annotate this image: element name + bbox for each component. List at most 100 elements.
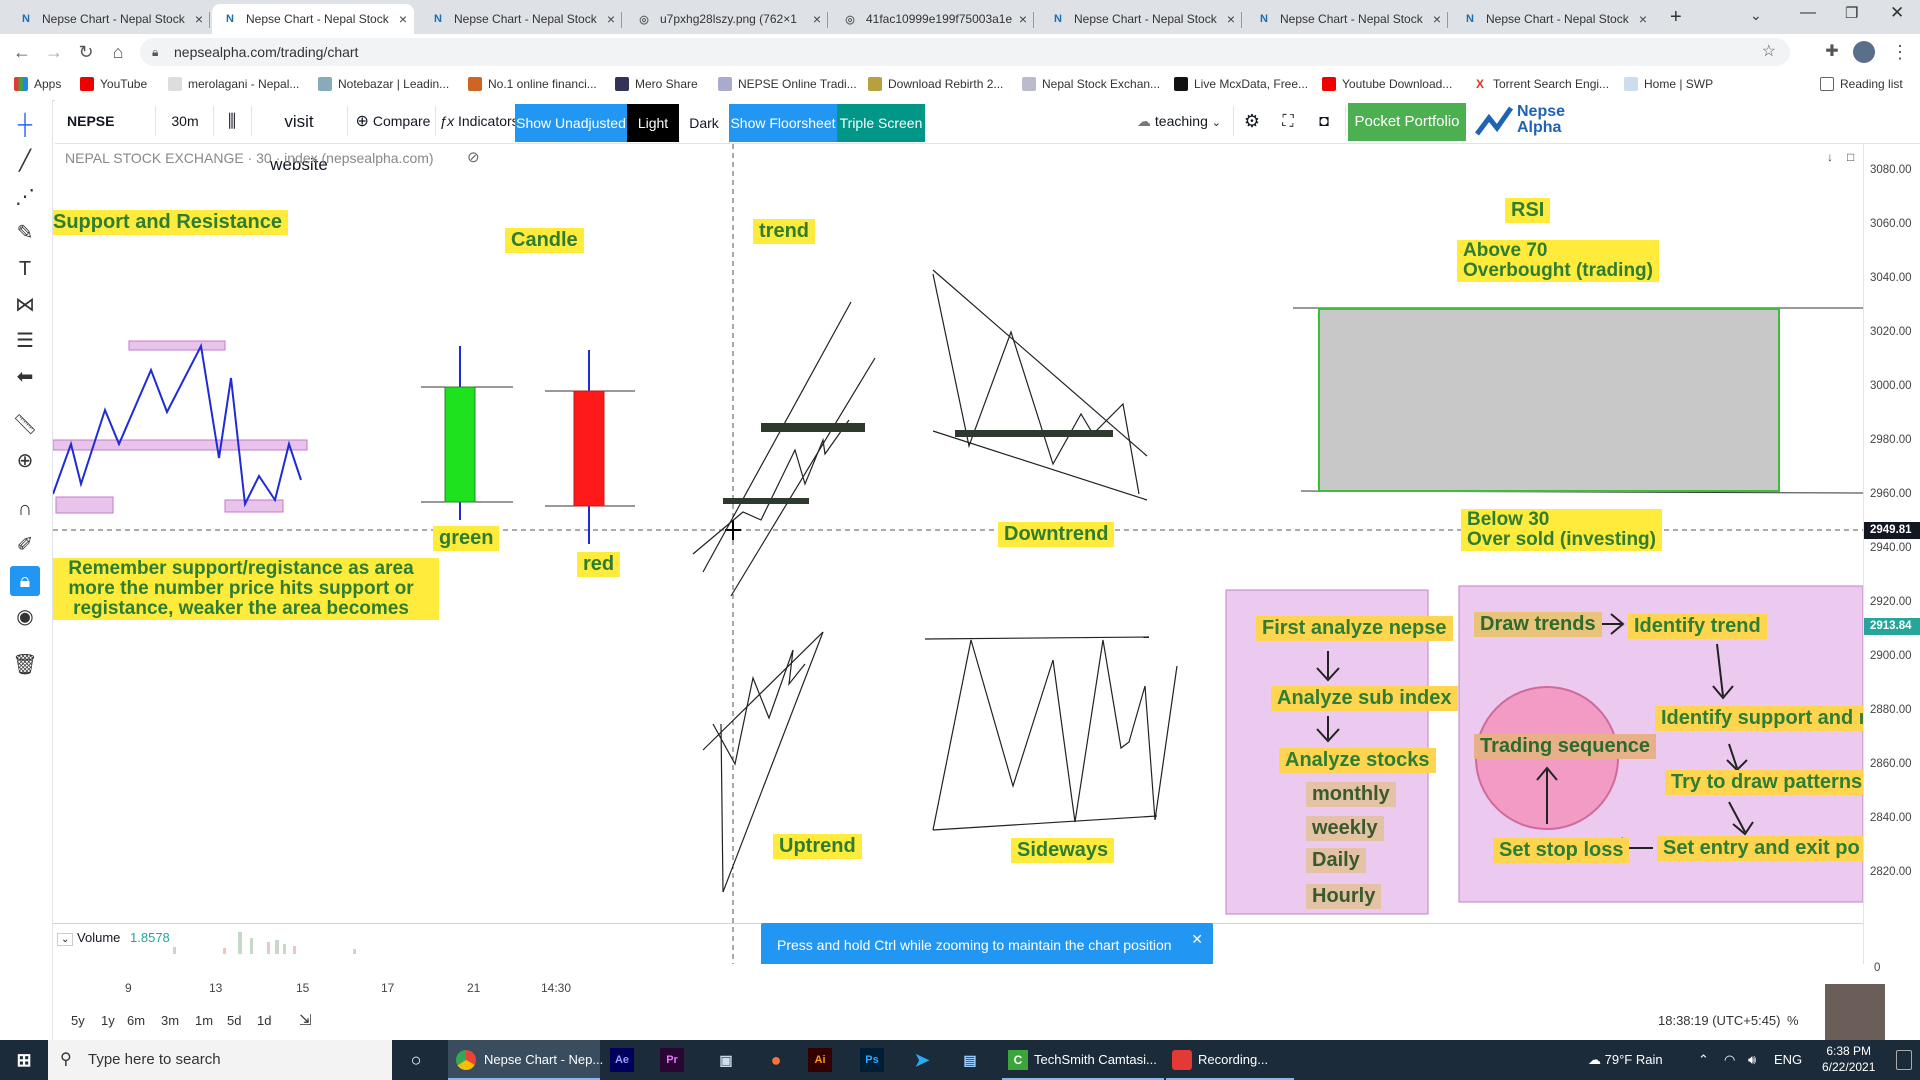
bookmark-youtube[interactable]: YouTube — [80, 77, 147, 91]
extensions-icon[interactable]: ✚ — [1820, 40, 1844, 64]
price-axis[interactable]: 3080.00 3060.00 3040.00 3020.00 3000.00 … — [1863, 144, 1920, 974]
bookmark-notebazar[interactable]: Notebazar | Leadin... — [318, 77, 449, 91]
forward-icon[interactable]: → — [42, 40, 66, 64]
range-5d[interactable]: 5d — [227, 1013, 241, 1028]
bookmark-star-icon[interactable]: ☆ — [1762, 38, 1776, 66]
bookmark-online-financial[interactable]: No.1 online financi... — [468, 77, 597, 91]
browser-tab[interactable]: ◎ u7pxhg28lszy.png (762×1 × — [626, 4, 828, 34]
close-tab-icon[interactable]: × — [188, 11, 210, 27]
tray-chevron-icon[interactable]: ⌃ — [1698, 1040, 1709, 1080]
zoom-in-icon[interactable]: ⊕ — [10, 446, 40, 476]
nepse-alpha-logo[interactable]: Nepse Alpha — [1475, 102, 1575, 142]
light-theme-button[interactable]: Light — [627, 104, 679, 142]
visibility-eye-icon[interactable]: ◉ — [10, 602, 40, 632]
camera-snapshot-icon[interactable]: ◘ — [1309, 100, 1339, 143]
close-tab-icon[interactable]: × — [392, 11, 414, 27]
taskbar-chrome[interactable]: Nepse Chart - Nep... — [448, 1040, 603, 1080]
label-draw-trends[interactable]: Draw trends — [1474, 612, 1602, 637]
fullscreen-icon[interactable]: ⛶ — [1273, 100, 1303, 143]
range-3m[interactable]: 3m — [161, 1013, 179, 1028]
taskbar-recording[interactable]: Recording... — [1166, 1040, 1294, 1080]
label-draw-patterns[interactable]: Try to draw patterns — [1665, 770, 1863, 795]
settings-gear-icon[interactable]: ⚙ — [1237, 100, 1267, 143]
app-icon[interactable]: ▣ — [710, 1044, 742, 1076]
windows-start-icon[interactable]: ⊞ — [8, 1044, 40, 1076]
lock-icon[interactable]: 🔒︎ — [10, 566, 40, 596]
layout-select[interactable]: ☁︎ teaching ⌄ — [1129, 100, 1229, 143]
browser-tab[interactable]: N Nepse Chart - Nepal Stock × — [420, 4, 622, 34]
taskbar-camtasia[interactable]: C TechSmith Camtasi... — [1002, 1040, 1164, 1080]
label-below-30[interactable]: Below 30 Over sold (investing) — [1461, 509, 1662, 551]
label-analyze-stocks[interactable]: Analyze stocks — [1279, 748, 1436, 773]
text-tool-icon[interactable]: T — [10, 254, 40, 284]
language-indicator[interactable]: ENG — [1774, 1040, 1802, 1080]
label-support-resistance[interactable]: Support and Resistance — [53, 210, 288, 235]
bookmark-live-mcxdata[interactable]: Live McxData, Free... — [1174, 77, 1308, 91]
dark-theme-button[interactable]: Dark — [679, 104, 729, 142]
label-red[interactable]: red — [577, 552, 621, 577]
close-tab-icon[interactable]: × — [1012, 11, 1034, 27]
label-identify-trend[interactable]: Identify trend — [1628, 614, 1767, 639]
close-tab-icon[interactable]: × — [806, 11, 828, 27]
photoshop-icon[interactable]: Ps — [860, 1048, 884, 1072]
brush-tool-icon[interactable]: ✎ — [10, 218, 40, 248]
label-analyze-sub-index[interactable]: Analyze sub index — [1271, 686, 1458, 711]
label-stop-loss[interactable]: Set stop loss — [1493, 838, 1630, 863]
more-menu-icon[interactable]: ⋮ — [1888, 40, 1912, 64]
magnet-icon[interactable]: ∩ — [10, 494, 40, 524]
browser-tab[interactable]: ◎ 41fac10999e199f75003a1e × — [832, 4, 1034, 34]
indicators-button[interactable]: ƒx Indicators — [439, 100, 519, 143]
show-floorsheet-button[interactable]: Show Floorsheet — [729, 104, 837, 142]
interval-select[interactable]: 30m — [165, 100, 205, 143]
label-downtrend[interactable]: Downtrend — [998, 522, 1115, 547]
label-candle[interactable]: Candle — [505, 228, 584, 253]
label-daily[interactable]: Daily — [1306, 848, 1366, 873]
time-axis[interactable]: 9 13 15 17 21 14:30 — [53, 965, 1863, 1011]
label-above-70[interactable]: Above 70 Overbought (trading) — [1457, 240, 1659, 282]
back-icon[interactable]: ← — [10, 40, 34, 64]
close-tab-icon[interactable]: × — [1426, 11, 1448, 27]
pattern-tool-icon[interactable]: ⋈ — [10, 290, 40, 320]
range-1y[interactable]: 1y — [101, 1013, 115, 1028]
clock[interactable]: 18:38:19 (UTC+5:45) — [1658, 1013, 1780, 1028]
bookmark-youtube-download[interactable]: Youtube Download... — [1322, 77, 1452, 91]
telegram-icon[interactable]: ➤ — [906, 1044, 938, 1076]
home-icon[interactable]: ⌂ — [106, 40, 130, 64]
range-6m[interactable]: 6m — [127, 1013, 145, 1028]
range-1m[interactable]: 1m — [195, 1013, 213, 1028]
lock-drawing-icon[interactable]: ✐ — [10, 530, 40, 560]
label-trading-sequence[interactable]: Trading sequence — [1474, 734, 1657, 759]
compare-button[interactable]: ⊕ Compare — [353, 100, 433, 143]
bookmark-nepal-stock-exchange[interactable]: Nepal Stock Exchan... — [1022, 77, 1160, 91]
label-trend[interactable]: trend — [753, 219, 815, 244]
system-clock[interactable]: 6:38 PM 6/22/2021 — [1822, 1043, 1875, 1075]
range-5y[interactable]: 5y — [71, 1013, 85, 1028]
label-weekly[interactable]: weekly — [1306, 816, 1384, 841]
notifications-icon[interactable] — [1896, 1050, 1912, 1070]
go-to-date-icon[interactable]: ⇲ — [299, 1011, 312, 1029]
bookmark-apps[interactable]: Apps — [14, 77, 61, 91]
label-green[interactable]: green — [433, 526, 500, 551]
browser-tab-active[interactable]: N Nepse Chart - Nepal Stock × — [212, 4, 414, 34]
back-arrow-icon[interactable]: ⬅ — [10, 362, 40, 392]
percent-toggle[interactable]: % — [1787, 1013, 1799, 1028]
wifi-icon[interactable]: ◠ — [1724, 1040, 1735, 1080]
label-entry-exit[interactable]: Set entry and exit po — [1657, 836, 1863, 861]
label-sideways[interactable]: Sideways — [1011, 838, 1115, 863]
browser-tab[interactable]: N Nepse Chart - Nepal Stock × — [1246, 4, 1448, 34]
browser-tab[interactable]: N Nepse Chart - Nepal Stock × — [1452, 4, 1654, 34]
fib-tool-icon[interactable]: ⋰ — [10, 182, 40, 212]
taskbar-search-box[interactable]: ⚲ Type here to search — [48, 1040, 392, 1080]
candle-type-icon[interactable]: ⫼ — [217, 100, 247, 143]
after-effects-icon[interactable]: Ae — [610, 1048, 634, 1072]
close-window-icon[interactable]: ✕ — [1890, 3, 1904, 23]
bookmark-mero-share[interactable]: Mero Share — [615, 77, 698, 91]
ruler-icon[interactable]: 📏︎ — [10, 410, 40, 440]
reading-list[interactable]: Reading list — [1820, 77, 1903, 91]
label-first-analyze-nepse[interactable]: First analyze nepse — [1256, 616, 1453, 641]
close-toast-icon[interactable]: ✕ — [1191, 917, 1203, 961]
label-remember-note[interactable]: Remember support/registance as area more… — [53, 558, 439, 620]
range-1d[interactable]: 1d — [257, 1013, 271, 1028]
trend-line-tool-icon[interactable]: ╱ — [10, 146, 40, 176]
triple-screen-button[interactable]: Triple Screen — [837, 104, 925, 142]
